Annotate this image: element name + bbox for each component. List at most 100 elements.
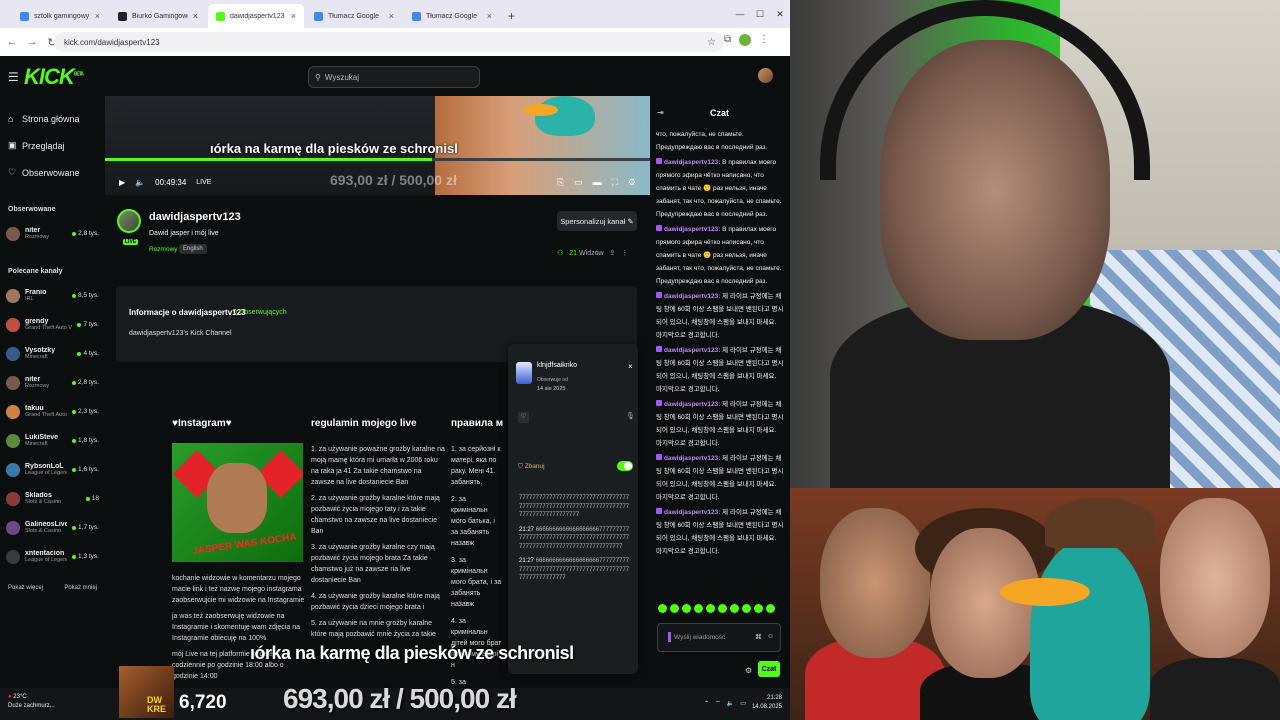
new-tab-button[interactable]: + [502, 4, 521, 28]
url-input[interactable]: kick.com/dawidjaspertv123 ☆ [54, 32, 724, 52]
extensions-icon[interactable]: ⧉ [724, 34, 731, 46]
wifi-icon[interactable]: ⌔ [715, 699, 721, 707]
emote-icon[interactable] [706, 604, 715, 613]
more-options-icon[interactable]: ⋮ [621, 249, 628, 257]
emote-icon[interactable] [718, 604, 727, 613]
chat-message[interactable]: dawidjaspertv123: 제 라이브 규정에는 채팅 창에 60회 이… [656, 506, 784, 558]
video-player[interactable]: ıórka na karmę dla piesków ze schronisl … [105, 96, 650, 195]
channel-avatar[interactable] [117, 209, 141, 233]
chat-username[interactable]: dawidjaspertv123: [664, 293, 722, 300]
chat-username[interactable]: dawidjaspertv123: [664, 347, 722, 354]
forward-icon[interactable]: → [26, 36, 38, 48]
browser-tab[interactable]: sztolk gamingowy - Szukaj w G × [12, 4, 108, 28]
chat-message[interactable]: dawidjaspertv123: В правилах моего прямо… [656, 156, 784, 221]
popup-username[interactable]: klnjdfsaiknko [537, 362, 577, 369]
share-icon[interactable]: ⇪ [610, 249, 616, 257]
heart-icon[interactable]: ♡ [518, 412, 529, 423]
tab-close-icon[interactable]: × [193, 11, 198, 21]
settings-gear-icon[interactable]: ⚙ [628, 177, 636, 188]
emote-icon[interactable] [754, 604, 763, 613]
system-clock[interactable]: 21:28 14.08.2025 [752, 694, 782, 712]
close-window-icon[interactable]: ✕ [770, 0, 790, 28]
chat-message[interactable]: dawidjaspertv123: 제 라이브 규정에는 채팅 창에 60회 이… [656, 452, 784, 504]
video-progress-bar[interactable] [105, 158, 650, 161]
hamburger-menu-icon[interactable]: ☰ [8, 70, 19, 84]
emote-icon[interactable] [742, 604, 751, 613]
sidebar-channel[interactable]: niter Rozmowy 2,8 tys. [0, 219, 105, 248]
emote-icon[interactable] [682, 604, 691, 613]
chat-username[interactable]: dawidjaspertv123: [664, 159, 722, 166]
chat-username[interactable]: dawidjaspertv123: [664, 401, 722, 408]
sidebar-channel[interactable]: RybsonLoLLeague of Legends 1,6 tys. [0, 455, 105, 484]
tab-close-icon[interactable]: × [487, 11, 492, 21]
chat-username[interactable]: dawidjaspertv123: [664, 226, 722, 233]
chat-send-button[interactable]: Czat [758, 661, 780, 677]
chat-input[interactable]: Wyślij wiadomość ⌘ ☺ [657, 623, 781, 652]
stream-category[interactable]: Rozmowy [149, 246, 178, 253]
sidebar-channel[interactable]: LukiSteve Minecraft 1,8 tys. [0, 426, 105, 455]
emote-icon[interactable] [670, 604, 679, 613]
emoji-icon[interactable]: ☺ [767, 633, 774, 640]
show-less-button[interactable]: Pokaż mniej [64, 585, 97, 591]
mic-icon[interactable]: 🎙 [626, 412, 635, 420]
popup-close-button[interactable]: × [628, 362, 633, 371]
back-icon[interactable]: ← [6, 36, 18, 48]
emote-icon[interactable] [658, 604, 667, 613]
chat-username[interactable]: dawidjaspertv123: [664, 455, 722, 462]
browser-tab[interactable]: Biurko Gamingowe Huzaro Hero × [110, 4, 206, 28]
emote-icon[interactable] [694, 604, 703, 613]
chevron-up-icon[interactable]: ⌃ [704, 700, 709, 707]
sidebar-channel[interactable]: takuuGrand Theft Auto ... 2,3 tys. [0, 397, 105, 426]
chat-message[interactable]: dawidjaspertv123: В правилах моего прямо… [656, 223, 784, 288]
profile-icon[interactable] [739, 34, 752, 46]
sidebar-channel[interactable]: GalineosLive Slots & Casino 1,7 tys. [0, 513, 105, 542]
clip-icon[interactable]: ⎘ [557, 177, 564, 188]
sidebar-channel[interactable]: grendy Grand Theft Auto V 7 tys. [0, 310, 105, 339]
sidebar-channel[interactable]: Franio IRL 8,5 tys. [0, 281, 105, 310]
volume-icon[interactable]: 🔈 [135, 178, 145, 187]
minimize-icon[interactable]: — [730, 0, 750, 28]
customize-channel-button[interactable]: Spersonalizuj kanał ✎ [557, 211, 637, 231]
tab-close-icon[interactable]: × [95, 11, 100, 21]
pip-icon[interactable]: ▭ [574, 177, 583, 188]
instagram-panel-image[interactable]: JASPER WAS KOCHA [172, 443, 303, 562]
tab-close-icon[interactable]: × [291, 11, 296, 21]
bookmark-star-icon[interactable]: ☆ [707, 37, 716, 48]
browser-tab[interactable]: Tłumacz Google × [404, 4, 500, 28]
sidebar-channel[interactable]: Vysotzky Minecraft 4 tys. [0, 339, 105, 368]
user-avatar[interactable] [758, 68, 773, 83]
sidebar-channel[interactable]: xntentacionLeague of Legends 1,3 tys. [0, 542, 105, 571]
menu-dots-icon[interactable]: ⋮ [759, 34, 769, 46]
stream-language[interactable]: English [179, 244, 207, 254]
chat-settings-icon[interactable]: ⚙ [745, 666, 752, 675]
sidebar-nav-item[interactable]: ⌂ Strona główna [0, 105, 105, 132]
weather-widget[interactable]: ● 23°C Duże zachmurz... [8, 693, 55, 711]
emote-icon[interactable] [730, 604, 739, 613]
channel-name[interactable]: dawidjaspertv123 [149, 211, 241, 223]
browser-tab[interactable]: dawidjaspertv123 Stream - Wat × [208, 4, 304, 28]
volume-tray-icon[interactable]: 🔈 [727, 700, 734, 707]
show-more-button[interactable]: Pokaż więcej [8, 585, 43, 591]
collapse-chat-icon[interactable]: ⇥ [657, 108, 664, 117]
kick-logo[interactable]: KICKBETA [24, 64, 84, 90]
command-icon[interactable]: ⌘ [755, 633, 762, 641]
chat-message[interactable]: dawidjaspertv123: 제 라이브 규정에는 채팅 창에 60회 이… [656, 398, 784, 450]
browser-tab[interactable]: Tłumacz Google × [306, 4, 402, 28]
sidebar-nav-item[interactable]: ▣ Przeglądaj [0, 132, 105, 159]
tab-close-icon[interactable]: × [389, 11, 394, 21]
search-input[interactable]: ⚲ Wyszukaj [308, 66, 480, 88]
maximize-icon[interactable]: ☐ [750, 0, 770, 28]
fullscreen-icon[interactable]: ⛶ [612, 177, 618, 188]
chat-message[interactable]: dawidjaspertv123: 제 라이브 규정에는 채팅 창에 60회 이… [656, 290, 784, 342]
sidebar-channel[interactable]: Sklados Slots & Casino 18 [0, 484, 105, 513]
play-icon[interactable]: ▶ [119, 178, 125, 187]
chat-message[interactable]: что, пожалуйста, не спамьте. Предупрежда… [656, 128, 784, 154]
sidebar-nav-item[interactable]: ♡ Obserwowane [0, 159, 105, 186]
battery-icon[interactable]: ▭ [740, 700, 746, 707]
sidebar-channel[interactable]: niter Rozmowy 2,8 tys. [0, 368, 105, 397]
chat-message[interactable]: dawidjaspertv123: 제 라이브 규정에는 채팅 창에 60회 이… [656, 344, 784, 396]
theater-icon[interactable]: ▬ [593, 177, 602, 188]
ban-toggle[interactable] [617, 461, 633, 471]
emote-icon[interactable] [766, 604, 775, 613]
chat-username[interactable]: dawidjaspertv123: [664, 509, 722, 516]
